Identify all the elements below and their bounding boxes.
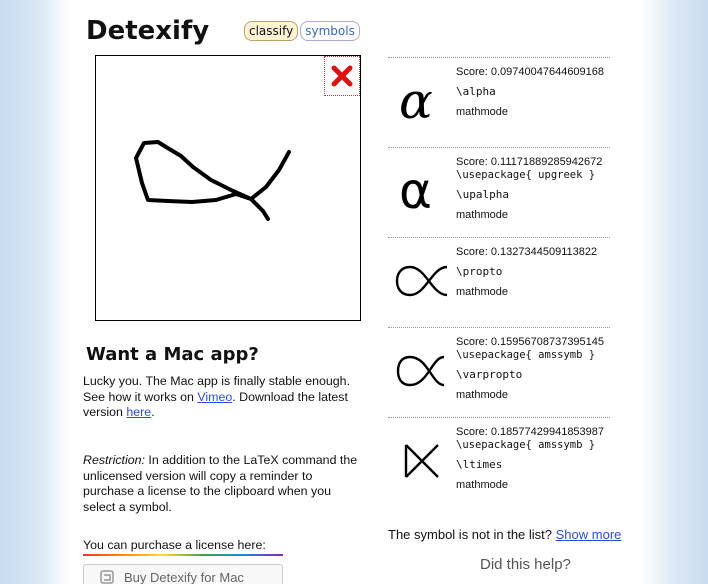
result-package: \usepackage{ amssymb } bbox=[456, 439, 596, 451]
result-score: Score: 0.15956708737395145 bbox=[456, 336, 605, 348]
result-command: \varpropto bbox=[456, 368, 523, 381]
result-command: \propto bbox=[456, 265, 503, 278]
result-score: Score: 0.09740047644609168 bbox=[456, 66, 605, 78]
mac-app-heading: Want a Mac app? bbox=[86, 344, 259, 365]
clear-canvas-button[interactable] bbox=[324, 56, 360, 96]
download-here-link[interactable]: here bbox=[126, 405, 151, 419]
result-info: Score: 0.11171889285942672 \usepackage{ … bbox=[456, 156, 602, 222]
result-item[interactable]: Score: 0.1327344509113822 \propto mathmo… bbox=[388, 237, 610, 327]
result-item[interactable]: Score: 0.15956708737395145 \usepackage{ … bbox=[388, 327, 610, 417]
result-mode: mathmode bbox=[456, 286, 508, 298]
result-mode: mathmode bbox=[456, 479, 508, 491]
svg-text:α: α bbox=[399, 164, 432, 218]
result-score: Score: 0.18577429941853987 bbox=[456, 426, 605, 438]
mac-text-end: . bbox=[151, 405, 155, 419]
purchase-text: You can purchase a license here: bbox=[83, 538, 266, 552]
result-info: Score: 0.09740047644609168 \alpha mathmo… bbox=[456, 66, 604, 119]
page: Detexify classify symbols Want a Mac app… bbox=[70, 0, 640, 584]
varpropto-symbol-icon bbox=[392, 336, 452, 406]
did-this-help-text: Did this help? bbox=[480, 556, 571, 573]
store-icon bbox=[100, 570, 114, 584]
show-more-link[interactable]: Show more bbox=[556, 527, 622, 542]
not-in-list-text: The symbol is not in the list? Show more bbox=[388, 527, 658, 542]
result-item[interactable]: α Score: 0.09740047644609168 \alpha math… bbox=[388, 57, 610, 147]
svg-text:α: α bbox=[399, 74, 433, 128]
rainbow-divider bbox=[83, 554, 283, 556]
result-info: Score: 0.15956708737395145 \usepackage{ … bbox=[456, 336, 604, 402]
propto-symbol-icon bbox=[392, 246, 452, 316]
ltimes-symbol-icon bbox=[392, 426, 452, 496]
result-mode: mathmode bbox=[456, 209, 508, 221]
result-command: \upalpha bbox=[456, 188, 509, 201]
restriction-label: Restriction: bbox=[83, 453, 145, 467]
drawn-stroke bbox=[134, 140, 291, 221]
result-mode: mathmode bbox=[456, 106, 508, 118]
result-item[interactable]: α Score: 0.11171889285942672 \usepackage… bbox=[388, 147, 610, 237]
mac-app-paragraph: Lucky you. The Mac app is finally stable… bbox=[83, 374, 365, 421]
nav-tabs: classify symbols bbox=[244, 21, 360, 41]
restriction-paragraph: Restriction: In addition to the LaTeX co… bbox=[83, 453, 365, 515]
tab-symbols[interactable]: symbols bbox=[300, 21, 360, 41]
drawing-canvas[interactable] bbox=[95, 55, 361, 321]
result-info: Score: 0.1327344509113822 \propto mathmo… bbox=[456, 246, 597, 299]
alpha-symbol-icon: α bbox=[392, 66, 452, 136]
vimeo-link[interactable]: Vimeo bbox=[197, 390, 232, 404]
tab-classify[interactable]: classify bbox=[244, 21, 299, 41]
result-info: Score: 0.18577429941853987 \usepackage{ … bbox=[456, 426, 604, 492]
app-title: Detexify bbox=[86, 16, 210, 46]
not-in-list-label: The symbol is not in the list? bbox=[388, 527, 556, 542]
result-score: Score: 0.1327344509113822 bbox=[456, 246, 598, 258]
upalpha-symbol-icon: α bbox=[392, 156, 452, 226]
result-score: Score: 0.11171889285942672 bbox=[456, 156, 603, 168]
close-icon bbox=[331, 65, 353, 87]
result-package: \usepackage{ upgreek } bbox=[456, 169, 596, 181]
result-item[interactable]: Score: 0.18577429941853987 \usepackage{ … bbox=[388, 417, 610, 507]
result-command: \alpha bbox=[456, 85, 496, 98]
buy-button[interactable]: Buy Detexify for Mac bbox=[83, 564, 283, 584]
result-mode: mathmode bbox=[456, 389, 508, 401]
buy-button-label: Buy Detexify for Mac bbox=[124, 569, 244, 584]
result-package: \usepackage{ amssymb } bbox=[456, 349, 596, 361]
results-list: α Score: 0.09740047644609168 \alpha math… bbox=[388, 57, 610, 507]
result-command: \ltimes bbox=[456, 458, 503, 471]
